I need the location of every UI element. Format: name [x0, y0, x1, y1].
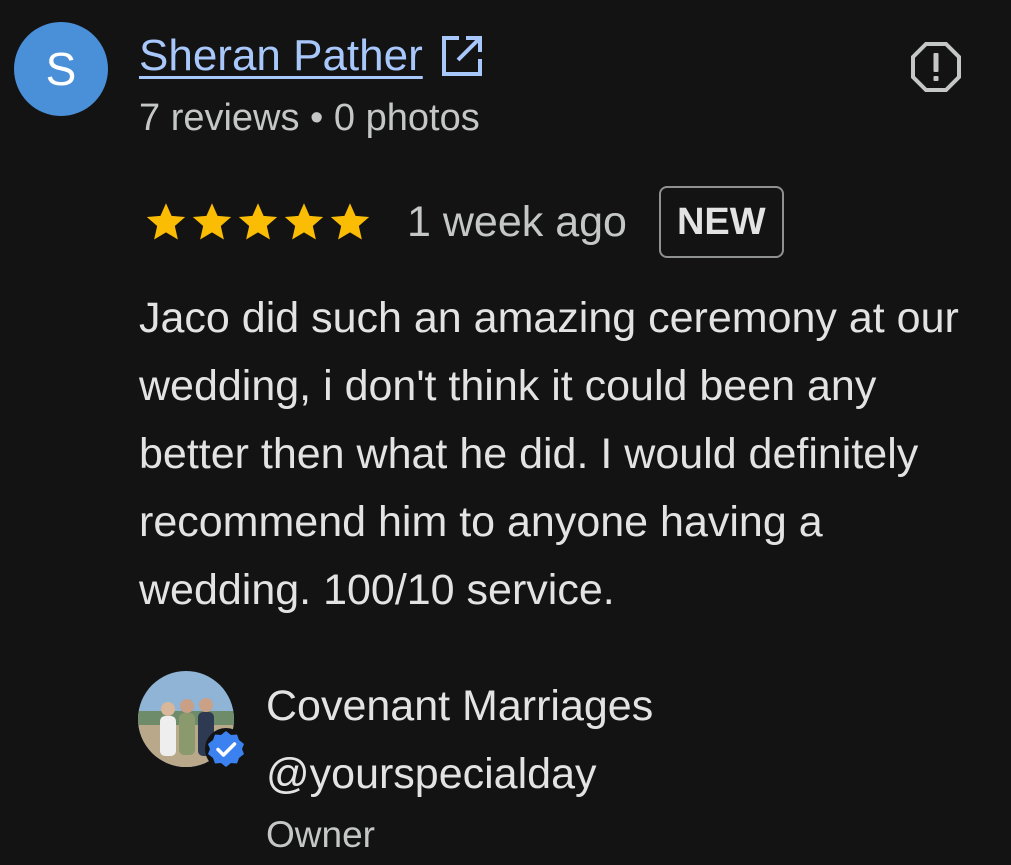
owner-avatar[interactable] — [138, 671, 247, 770]
reviewer-name-row: Sheran Pather — [139, 28, 485, 84]
new-badge: NEW — [658, 186, 784, 258]
verified-badge-icon — [205, 728, 247, 770]
star-icon — [327, 199, 373, 245]
rating-row: 1 week ago NEW — [143, 184, 784, 260]
reviewer-avatar[interactable]: S — [14, 22, 108, 116]
reviewer-name-link[interactable]: Sheran Pather — [139, 28, 423, 84]
review-text: Jaco did such an amazing ceremony at our… — [139, 294, 959, 614]
star-icon — [189, 199, 235, 245]
report-flag-icon[interactable] — [909, 40, 963, 94]
owner-handle: @yourspecialday — [266, 750, 597, 798]
review-time: 1 week ago — [407, 197, 627, 246]
open-in-new-icon[interactable] — [439, 33, 485, 79]
star-rating — [143, 199, 373, 245]
owner-role-label: Owner — [266, 814, 375, 855]
star-icon — [143, 199, 189, 245]
reviewer-meta: 7 reviews • 0 photos — [139, 97, 480, 139]
star-icon — [235, 199, 281, 245]
owner-name: Covenant Marriages — [266, 682, 654, 730]
star-icon — [281, 199, 327, 245]
reviewer-initial: S — [45, 43, 77, 95]
